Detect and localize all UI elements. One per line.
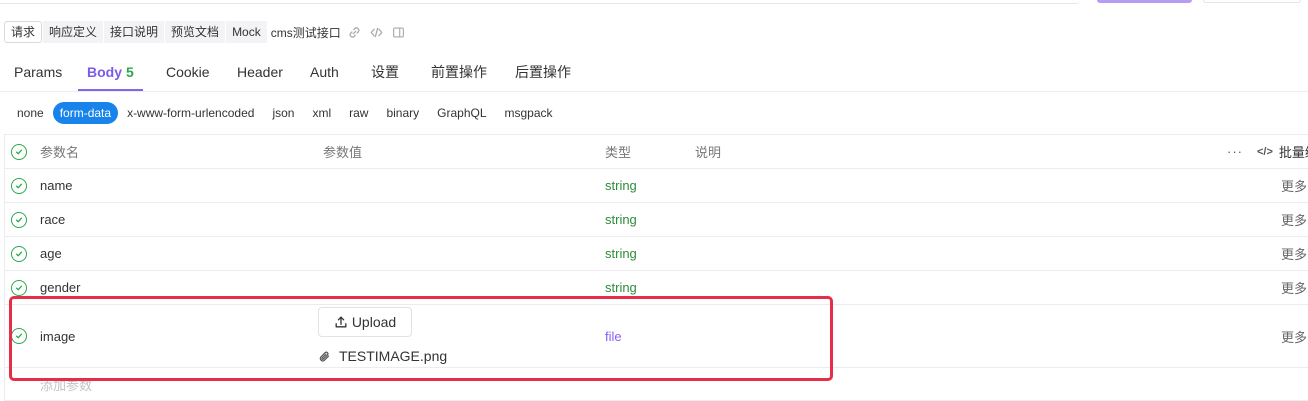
code-view-icon[interactable]: </> [1257,146,1273,158]
header-param-description: 说明 [695,145,722,160]
table-header-row: 参数名 参数值 类型 说明 ··· </> 批量编 [5,135,1308,169]
body-type-none[interactable]: none [8,102,53,124]
code-icon[interactable] [369,24,385,40]
tab-settings[interactable]: 设置 [371,57,399,89]
tab-body-label: Body [87,64,122,80]
request-subtabs: 请求 响应定义 接口说明 预览文档 Mock cms测试接口 [4,21,407,43]
params-table: 参数名 参数值 类型 说明 ··· </> 批量编 name string 更多… [4,134,1308,401]
table-row: name string 更多 [5,169,1308,203]
param-type[interactable]: string [605,169,637,202]
uploaded-file[interactable]: TESTIMAGE.png [318,347,447,365]
param-type[interactable]: string [605,271,637,304]
tab-body[interactable]: Body 5 [78,57,143,91]
row-enabled-checkbox[interactable] [11,245,27,262]
tab-body-count: 5 [126,64,134,80]
more-button[interactable]: 更多 [1281,169,1308,202]
more-button[interactable]: 更多 [1281,305,1308,367]
add-param-row: 添加参数 [5,368,1308,401]
body-type-selector: none form-data x-www-form-urlencoded jso… [8,102,562,124]
tab-header[interactable]: Header [237,57,283,89]
param-name[interactable]: race [40,203,65,236]
tab-auth[interactable]: Auth [310,57,339,89]
uploaded-file-name: TESTIMAGE.png [339,348,448,364]
link-icon[interactable] [347,24,363,40]
more-button[interactable]: 更多 [1281,237,1308,270]
subtab-request[interactable]: 请求 [4,21,43,43]
row-enabled-checkbox[interactable] [11,328,27,344]
param-name[interactable]: name [40,169,73,202]
upload-button-label: Upload [351,314,397,330]
tab-params[interactable]: Params [14,57,62,89]
header-actions: ··· </> 批量编 [1227,135,1308,168]
row-enabled-checkbox[interactable] [11,211,27,228]
panel-toggle-icon[interactable] [391,24,407,40]
table-row: age string 更多 [5,237,1308,271]
save-button-edge[interactable] [1203,0,1301,3]
body-type-raw[interactable]: raw [340,102,377,124]
body-type-form-data[interactable]: form-data [52,102,119,124]
body-type-graphql[interactable]: GraphQL [428,102,495,124]
upload-button[interactable]: Upload [318,307,412,337]
tab-post-operations[interactable]: 后置操作 [515,57,571,89]
tab-cookie[interactable]: Cookie [166,57,210,89]
param-type[interactable]: string [605,203,637,236]
table-row: image Upload TESTIMAGE.png file 更多 [5,305,1308,368]
add-param-input[interactable]: 添加参数 [40,368,92,400]
more-options-icon[interactable]: ··· [1227,144,1243,159]
body-type-binary[interactable]: binary [377,102,428,124]
url-input-edge[interactable] [0,0,1080,4]
param-name[interactable]: gender [40,271,80,304]
top-toolbar-edge [0,0,1308,4]
subtab-preview-doc[interactable]: 预览文档 [165,21,226,43]
send-button-edge[interactable] [1097,0,1192,3]
upload-icon [335,316,347,328]
body-type-msgpack[interactable]: msgpack [496,102,562,124]
header-param-value: 参数值 [323,145,363,160]
bulk-edit-button[interactable]: 批量编 [1279,142,1308,161]
row-enabled-checkbox[interactable] [11,177,27,194]
subtab-response-definition[interactable]: 响应定义 [43,21,104,43]
body-type-json[interactable]: json [263,102,303,124]
table-row: gender string 更多 [5,271,1308,305]
param-type[interactable]: string [605,237,637,270]
subtab-api-description[interactable]: 接口说明 [104,21,165,43]
more-button[interactable]: 更多 [1281,271,1308,304]
select-all-checkbox[interactable] [11,143,27,160]
row-enabled-checkbox[interactable] [11,279,27,296]
param-name[interactable]: image [40,305,75,367]
param-name[interactable]: age [40,237,62,270]
request-tabs: Params Body 5 Cookie Header Auth 设置 前置操作 … [0,57,1308,92]
table-row: race string 更多 [5,203,1308,237]
tab-pre-operations[interactable]: 前置操作 [431,57,487,89]
header-param-type: 类型 [605,145,632,160]
body-type-urlencoded[interactable]: x-www-form-urlencoded [118,102,263,124]
body-type-xml[interactable]: xml [303,102,340,124]
more-button[interactable]: 更多 [1281,203,1308,236]
api-name: cms测试接口 [270,25,341,40]
header-param-name: 参数名 [40,145,80,160]
paperclip-icon [319,351,330,361]
param-type[interactable]: file [605,305,622,367]
subtab-mock[interactable]: Mock [226,21,267,43]
